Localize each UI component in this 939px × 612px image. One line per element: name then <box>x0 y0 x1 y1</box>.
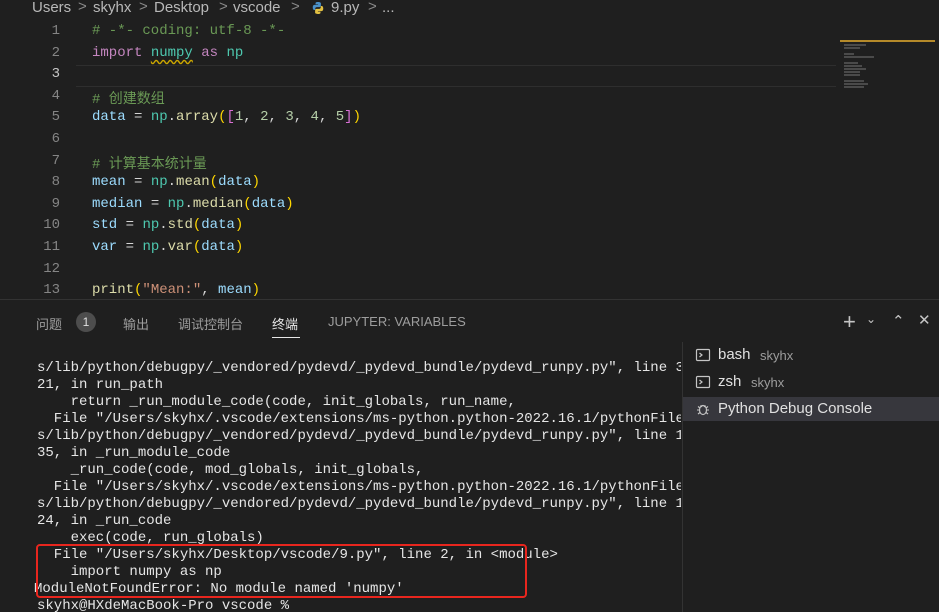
tab-jupyter-variables[interactable]: JUPYTER: VARIABLES <box>328 314 466 329</box>
terminal-line: File "/Users/skyhx/.vscode/extensions/ms… <box>37 411 681 427</box>
line-number: 6 <box>51 131 60 147</box>
tab-debug-console[interactable]: 调试控制台 <box>178 314 243 333</box>
close-panel-button[interactable]: ✕ <box>918 311 931 329</box>
minimap-line <box>844 62 858 64</box>
terminal-item-bash[interactable]: bash skyhx <box>683 344 939 366</box>
terminal-item-zsh[interactable]: zsh skyhx <box>683 371 939 393</box>
minimap-line <box>844 56 874 58</box>
terminal-name: Python Debug Console <box>718 400 873 417</box>
terminal-detail: skyhx <box>760 348 794 363</box>
terminal-prompt[interactable]: skyhx@HXdeMacBook-Pro vscode % <box>37 598 289 612</box>
minimap-line <box>844 83 868 85</box>
breadcrumb-vscode[interactable]: vscode <box>233 0 281 16</box>
tab-problems[interactable]: 问题 <box>36 314 62 333</box>
tab-terminal[interactable]: 终端 <box>272 314 298 333</box>
line-number: 1 <box>51 23 60 39</box>
minimap-viewport <box>840 40 935 42</box>
line-number: 13 <box>43 282 60 298</box>
minimap-line <box>844 53 854 55</box>
line-number: 9 <box>51 196 60 212</box>
terminal-icon <box>695 375 711 389</box>
terminal-list: bash skyhx zsh skyhx Python Debug Consol… <box>682 342 939 612</box>
debug-bug-icon <box>697 404 709 416</box>
minimap[interactable] <box>840 38 935 98</box>
terminal-line: s/lib/python/debugpy/_vendored/pydevd/_p… <box>37 428 681 444</box>
breadcrumb-separator: > <box>78 0 87 15</box>
code-line[interactable]: # 创建数组 <box>92 88 165 108</box>
code-line[interactable]: # -*- coding: utf-8 -*- <box>92 23 285 39</box>
error-highlight-box <box>36 544 527 598</box>
terminal-icon <box>695 348 711 362</box>
code-line[interactable]: import numpy as np <box>92 45 243 61</box>
terminal-name: bash <box>718 346 751 363</box>
terminal-line: 24, in _run_code <box>37 513 172 529</box>
code-line[interactable]: data = np.array([1, 2, 3, 4, 5]) <box>92 109 361 125</box>
add-terminal-button[interactable]: + <box>843 309 856 335</box>
minimap-line <box>844 71 860 73</box>
terminal-line: 35, in _run_module_code <box>37 445 231 461</box>
terminal-line: s/lib/python/debugpy/_vendored/pydevd/_p… <box>37 360 681 376</box>
tab-output[interactable]: 输出 <box>123 314 149 333</box>
current-line-highlight <box>76 65 836 87</box>
minimap-line <box>844 44 866 46</box>
terminal-line: 21, in run_path <box>37 377 164 393</box>
code-line[interactable]: std = np.std(data) <box>92 217 243 233</box>
active-tab-indicator <box>272 337 300 338</box>
line-number: 5 <box>51 109 60 125</box>
line-number: 2 <box>51 45 60 61</box>
chevron-down-icon[interactable]: ⌄ <box>866 312 876 326</box>
terminal-name: zsh <box>718 373 742 390</box>
breadcrumb-separator: > <box>368 0 377 15</box>
terminal-line: return _run_module_code(code, init_globa… <box>37 394 516 410</box>
minimap-line <box>844 65 862 67</box>
breadcrumb-more[interactable]: ... <box>382 0 395 16</box>
code-line[interactable]: mean = np.mean(data) <box>92 174 260 190</box>
minimap-line <box>844 68 866 70</box>
minimap-line <box>844 86 864 88</box>
terminal-line: File "/Users/skyhx/.vscode/extensions/ms… <box>37 479 681 495</box>
code-line[interactable]: print("Mean:", mean) <box>92 282 260 298</box>
code-line[interactable]: median = np.median(data) <box>92 196 294 212</box>
breadcrumb-file[interactable]: 9.py <box>331 0 359 16</box>
line-number: 4 <box>51 88 60 104</box>
minimap-line <box>844 80 864 82</box>
terminal-item-python-debug-console[interactable]: Python Debug Console <box>683 397 939 421</box>
breadcrumb-separator: > <box>139 0 148 15</box>
line-number: 7 <box>51 153 60 169</box>
terminal-detail: skyhx <box>751 375 785 390</box>
minimap-line <box>844 74 860 76</box>
code-line[interactable]: var = np.var(data) <box>92 239 243 255</box>
breadcrumb: Users > skyhx > Desktop > vscode > 9.py … <box>0 0 939 18</box>
code-editor[interactable]: 1 2 3 4 5 6 7 8 9 10 11 12 13 # -*- codi… <box>0 18 939 300</box>
breadcrumb-separator: > <box>291 0 300 15</box>
breadcrumb-skyhx[interactable]: skyhx <box>93 0 131 16</box>
breadcrumb-separator: > <box>219 0 228 15</box>
maximize-panel-button[interactable]: ⌃ <box>892 312 905 330</box>
breadcrumb-desktop[interactable]: Desktop <box>154 0 209 16</box>
problems-count-badge: 1 <box>76 312 96 332</box>
terminal-line: _run_code(code, mod_globals, init_global… <box>37 462 424 478</box>
line-number: 10 <box>43 217 60 233</box>
code-line[interactable]: # 计算基本统计量 <box>92 153 207 173</box>
python-file-icon <box>312 2 324 14</box>
panel-tab-bar: 问题 输出 调试控制台 终端 JUPYTER: VARIABLES <box>0 300 939 342</box>
minimap-line <box>844 47 860 49</box>
terminal-line: s/lib/python/debugpy/_vendored/pydevd/_p… <box>37 496 681 512</box>
line-number: 8 <box>51 174 60 190</box>
line-number-active: 3 <box>51 66 60 82</box>
breadcrumb-users[interactable]: Users <box>32 0 71 16</box>
line-number: 12 <box>43 261 60 277</box>
line-number: 11 <box>43 239 60 255</box>
